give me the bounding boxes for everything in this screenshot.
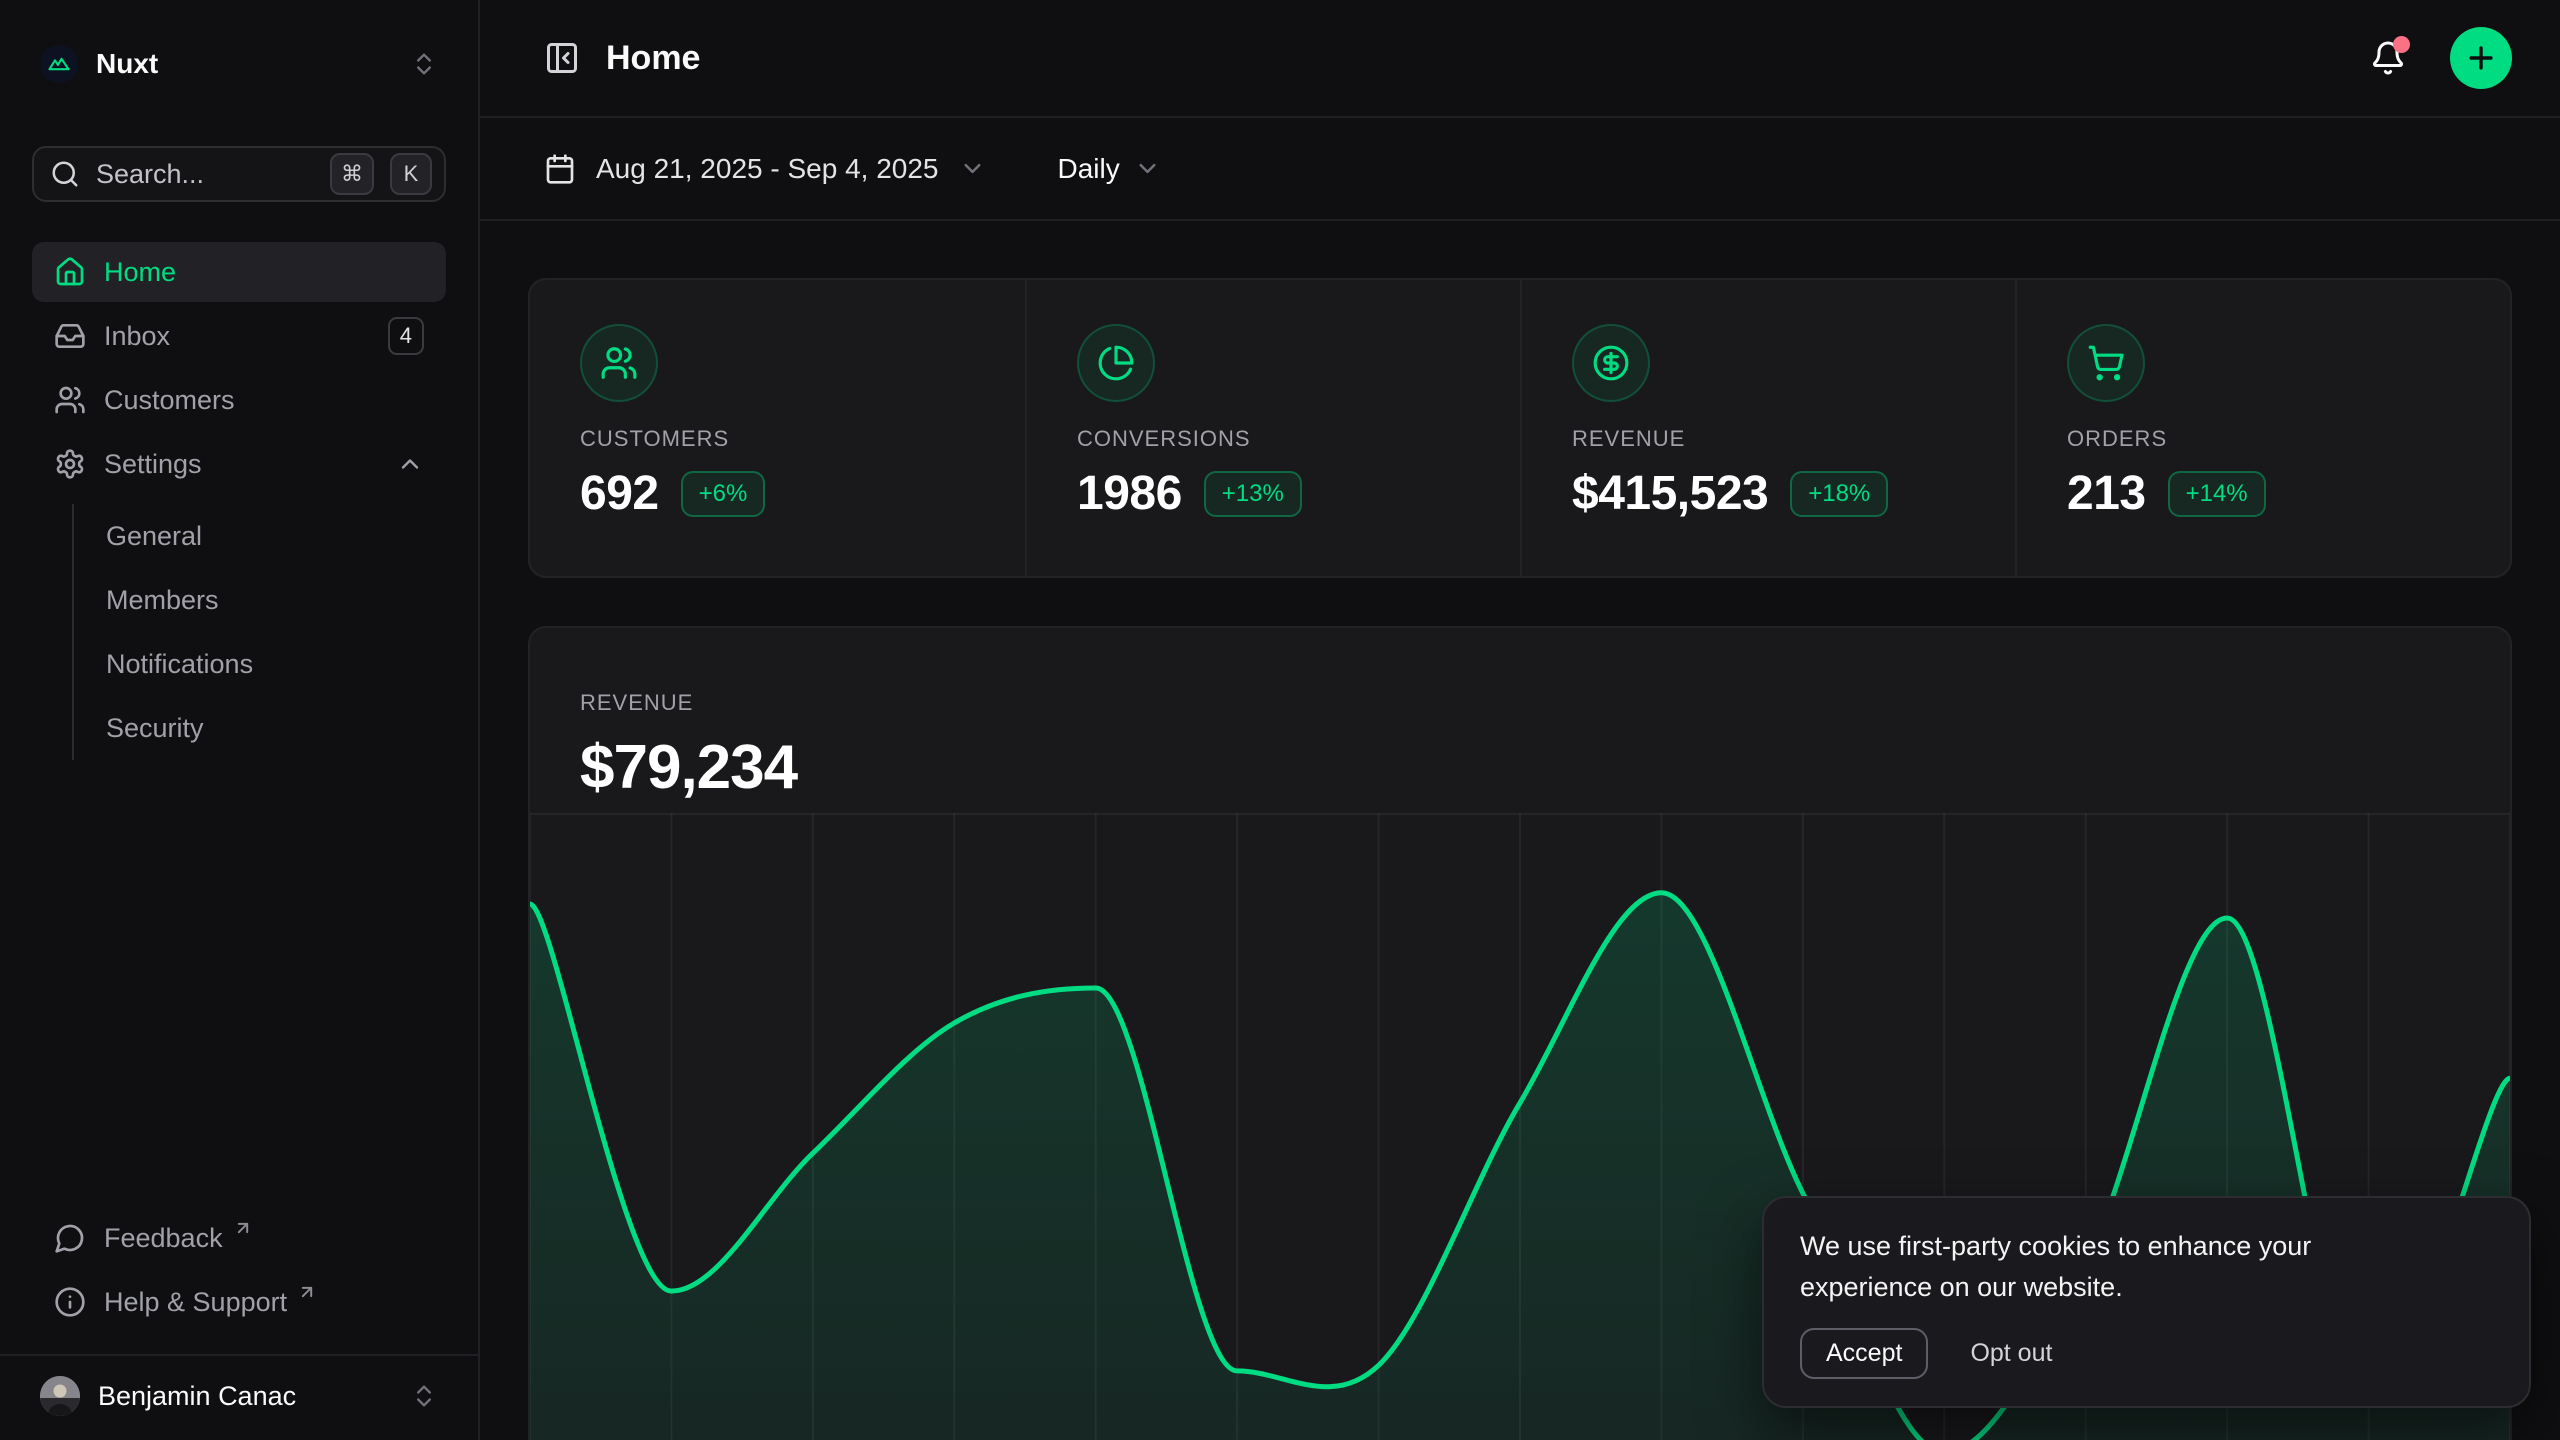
chevrons-up-down-icon (410, 1382, 438, 1410)
delta-badge: +14% (2168, 471, 2266, 517)
avatar (40, 1376, 80, 1416)
sidebar: Nuxt Search... ⌘ K Home Inbox 4 Cust (0, 0, 480, 1440)
sidebar-item-label: Inbox (104, 321, 170, 352)
panel-left-close-icon (544, 40, 580, 76)
pie-chart-icon (1077, 324, 1155, 402)
revenue-chart-label: REVENUE (580, 690, 2510, 716)
sidebar-item-help-support[interactable]: Help & Support (32, 1272, 446, 1332)
sidebar-item-settings[interactable]: Settings (32, 434, 446, 494)
stat-revenue[interactable]: REVENUE $415,523 +18% (1520, 280, 2015, 576)
search-input[interactable]: Search... ⌘ K (32, 146, 446, 202)
sidebar-item-label: Feedback (104, 1223, 223, 1254)
date-range-picker[interactable]: Aug 21, 2025 - Sep 4, 2025 (544, 153, 986, 185)
delta-badge: +6% (681, 471, 766, 517)
arrow-up-right-icon (233, 1218, 253, 1238)
dollar-circle-icon (1572, 324, 1650, 402)
team-switcher[interactable]: Nuxt (32, 38, 446, 90)
settings-subnav: General Members Notifications Security (72, 504, 446, 760)
stat-value: 213 (2067, 466, 2146, 521)
arrow-up-right-icon (297, 1282, 317, 1302)
cookie-actions: Accept Opt out (1800, 1328, 2493, 1379)
header-actions (2370, 27, 2512, 89)
user-name: Benjamin Canac (98, 1381, 296, 1412)
sidebar-item-general[interactable]: General (74, 504, 446, 568)
sidebar-item-notifications[interactable]: Notifications (74, 632, 446, 696)
shopping-cart-icon (2067, 324, 2145, 402)
sidebar-item-label: Settings (104, 449, 202, 480)
stat-label: CUSTOMERS (580, 426, 1025, 452)
page-title: Home (606, 39, 700, 78)
stat-value: $415,523 (1572, 466, 1768, 521)
sidebar-item-security[interactable]: Security (74, 696, 446, 760)
stat-label: ORDERS (2067, 426, 2510, 452)
delta-badge: +18% (1790, 471, 1888, 517)
date-range-value: Aug 21, 2025 - Sep 4, 2025 (596, 153, 939, 185)
sidebar-item-label: Customers (104, 385, 235, 416)
search-placeholder: Search... (96, 159, 314, 190)
stat-value: 1986 (1077, 466, 1182, 521)
chevrons-up-down-icon (410, 50, 438, 78)
chevron-down-icon (959, 155, 986, 182)
chevron-down-icon (1134, 155, 1161, 182)
notifications-button[interactable] (2370, 40, 2406, 76)
cookie-banner: We use first-party cookies to enhance yo… (1762, 1196, 2531, 1408)
inbox-icon (54, 320, 86, 352)
kbd-k-key: K (390, 153, 432, 195)
sidebar-item-home[interactable]: Home (32, 242, 446, 302)
delta-badge: +13% (1204, 471, 1302, 517)
gear-icon (54, 448, 86, 480)
user-menu[interactable]: Benjamin Canac (32, 1356, 446, 1440)
stat-value: 692 (580, 466, 659, 521)
sidebar-spacer (32, 760, 446, 1208)
period-value: Daily (1058, 153, 1120, 185)
sidebar-nav: Home Inbox 4 Customers Settings General (32, 242, 446, 760)
message-bubble-icon (54, 1222, 86, 1254)
opt-out-button[interactable]: Opt out (1970, 1339, 2052, 1368)
team-name: Nuxt (96, 48, 158, 80)
info-circle-icon (54, 1286, 86, 1318)
collapse-sidebar-button[interactable] (544, 40, 580, 76)
stat-label: REVENUE (1572, 426, 2015, 452)
filters-toolbar: Aug 21, 2025 - Sep 4, 2025 Daily (480, 118, 2560, 221)
sidebar-item-feedback[interactable]: Feedback (32, 1208, 446, 1268)
stat-conversions[interactable]: CONVERSIONS 1986 +13% (1025, 280, 1520, 576)
users-icon (54, 384, 86, 416)
stat-customers[interactable]: CUSTOMERS 692 +6% (530, 280, 1025, 576)
stat-orders[interactable]: ORDERS 213 +14% (2015, 280, 2510, 576)
search-icon (50, 159, 80, 189)
sidebar-item-customers[interactable]: Customers (32, 370, 446, 430)
sidebar-item-members[interactable]: Members (74, 568, 446, 632)
chevron-up-icon (396, 450, 424, 478)
page-header: Home (480, 0, 2560, 118)
sidebar-item-inbox[interactable]: Inbox 4 (32, 306, 446, 366)
home-icon (54, 256, 86, 288)
stats-card: CUSTOMERS 692 +6% CONVERSIONS 1986 +13% (528, 278, 2512, 578)
plus-icon (2464, 41, 2498, 75)
stat-label: CONVERSIONS (1077, 426, 1520, 452)
period-select[interactable]: Daily (1058, 153, 1161, 185)
sidebar-item-label: Home (104, 257, 176, 288)
cookie-message: We use first-party cookies to enhance yo… (1800, 1226, 2420, 1308)
users-icon (580, 324, 658, 402)
revenue-chart-value: $79,234 (580, 732, 2510, 803)
kbd-meta-key: ⌘ (330, 153, 374, 195)
calendar-icon (544, 153, 576, 185)
add-button[interactable] (2450, 27, 2512, 89)
nuxt-logo-icon (40, 45, 78, 83)
notification-dot (2393, 36, 2410, 53)
accept-button[interactable]: Accept (1800, 1328, 1928, 1379)
sidebar-footer-nav: Feedback Help & Support (32, 1208, 446, 1332)
inbox-count-badge: 4 (388, 317, 424, 355)
sidebar-item-label: Help & Support (104, 1287, 287, 1318)
